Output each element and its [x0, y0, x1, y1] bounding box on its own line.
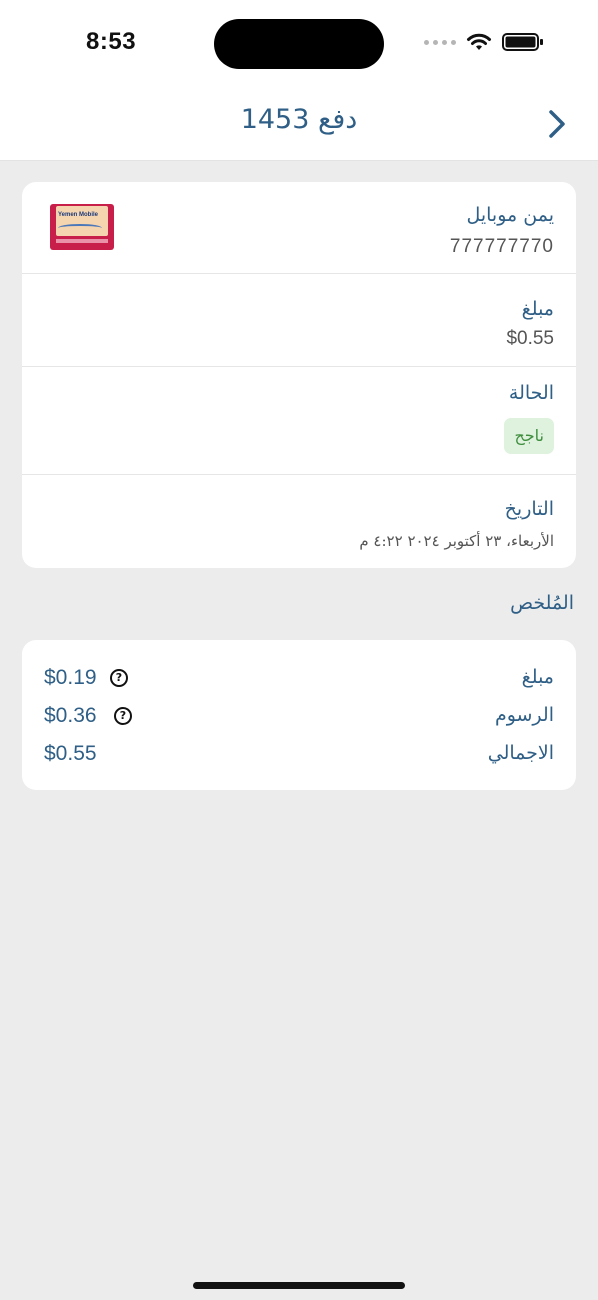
nav-bar: دفع 1453	[0, 88, 598, 161]
summary-total-label: الاجمالي	[487, 742, 554, 764]
provider-logo: Yemen Mobile	[50, 204, 114, 250]
transaction-details-card: Yemen Mobile يمن موبايل 777777770 مبلغ $…	[22, 182, 576, 568]
status-time: 8:53	[86, 28, 137, 55]
divider	[22, 273, 576, 274]
status-badge: ناجح	[504, 418, 554, 454]
summary-title: المُلخص	[510, 592, 574, 614]
divider	[22, 474, 576, 475]
page-title: دفع 1453	[240, 104, 358, 135]
date-label: التاريخ	[504, 498, 554, 520]
summary-total-value: $0.55	[44, 742, 97, 765]
summary-amount-value: $0.19	[44, 666, 97, 689]
chevron-right-icon[interactable]	[546, 108, 570, 140]
status-bar: 8:53	[0, 0, 598, 88]
summary-fees-label: الرسوم	[494, 704, 554, 726]
summary-card: مبلغ ? $0.19 الرسوم ? $0.36 الاجمالي $0.…	[22, 640, 576, 790]
dynamic-island	[214, 19, 384, 69]
help-icon[interactable]: ?	[114, 707, 132, 725]
provider-name: يمن موبايل	[466, 204, 554, 226]
summary-fees-value: $0.36	[44, 704, 97, 727]
wifi-icon	[467, 33, 491, 50]
summary-amount-label: مبلغ	[521, 666, 554, 688]
status-icons	[424, 32, 544, 52]
provider-logo-text: Yemen Mobile	[58, 212, 99, 218]
divider	[22, 366, 576, 367]
amount-label: مبلغ	[521, 298, 554, 320]
signal-icon	[424, 39, 456, 45]
date-value: الأربعاء، ٢٣ أكتوبر ٢٠٢٤ ٤:٢٢ م	[359, 532, 554, 550]
battery-icon	[502, 33, 543, 51]
status-label: الحالة	[508, 382, 554, 404]
help-icon[interactable]: ?	[110, 669, 128, 687]
home-indicator[interactable]	[193, 1282, 405, 1289]
phone-number: 777777770	[449, 236, 554, 257]
amount-value: $0.55	[506, 328, 554, 349]
